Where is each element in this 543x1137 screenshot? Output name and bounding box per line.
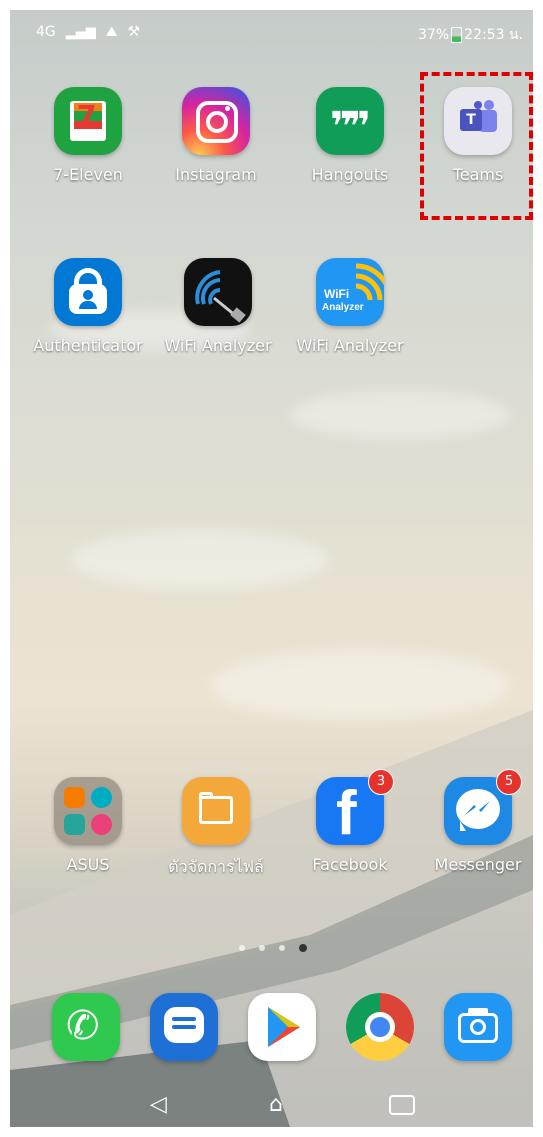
page-dot-active[interactable] — [299, 944, 307, 952]
instagram-icon — [182, 87, 250, 155]
app-authenticator[interactable]: Authenticator — [32, 258, 144, 355]
app-facebook[interactable]: 3 f Facebook — [294, 769, 406, 874]
app-instagram[interactable]: Instagram — [160, 87, 272, 184]
dock: ✆ — [10, 993, 533, 1073]
app-file-manager[interactable]: ตัวจัดการไฟล์ — [160, 777, 272, 880]
app-label: Facebook — [312, 855, 388, 874]
highlight-box — [420, 72, 533, 220]
app-label: WiFi Analyzer — [296, 336, 404, 355]
network-type: 4G — [36, 24, 56, 40]
asus-folder-icon — [54, 777, 122, 845]
app-7-eleven[interactable]: 7 7-Eleven — [32, 87, 144, 184]
folder-asus[interactable]: ASUS — [32, 777, 144, 874]
file-manager-icon — [182, 777, 250, 845]
image-notification-icon: ⛰ — [105, 24, 118, 40]
recents-icon[interactable] — [389, 1095, 415, 1115]
play-store-icon[interactable] — [248, 993, 316, 1061]
clock: 22:53 น. — [464, 27, 523, 43]
app-messenger[interactable]: 5 Messenger — [422, 769, 533, 874]
page-dot[interactable] — [279, 945, 285, 951]
wallpaper: 4G ▂▄▆ ⛰ ⚒ 37% 22:53 น. 7 7-Eleven Insta… — [10, 10, 533, 1127]
notification-badge: 5 — [496, 769, 522, 795]
chrome-icon[interactable] — [346, 993, 414, 1061]
signal-icon: ▂▄▆ — [65, 24, 96, 40]
app-wifi-analyzer-blue[interactable]: WiFi Analyzer WiFi Analyzer — [294, 258, 406, 355]
app-label: Instagram — [175, 165, 257, 184]
app-label: Hangouts — [311, 165, 389, 184]
battery-percent: 37% — [418, 27, 450, 43]
phone-icon[interactable]: ✆ — [52, 993, 120, 1061]
home-icon[interactable]: ⌂ — [269, 1092, 283, 1117]
navigation-bar: ◁ ⌂ — [10, 1080, 533, 1127]
page-dot[interactable] — [239, 945, 245, 951]
wifi-analyzer-blue-icon: WiFi Analyzer — [316, 258, 384, 326]
messages-icon[interactable] — [150, 993, 218, 1061]
7-eleven-icon: 7 — [54, 87, 122, 155]
svg-text:Analyzer: Analyzer — [322, 302, 364, 313]
app-label: Messenger — [434, 855, 522, 874]
battery-icon — [451, 27, 463, 43]
paint-roller-icon: ⚒ — [127, 24, 141, 40]
authenticator-icon — [54, 258, 122, 326]
camera-icon[interactable] — [444, 993, 512, 1061]
page-indicator[interactable] — [239, 944, 307, 952]
svg-text:WiFi: WiFi — [324, 287, 349, 301]
app-label: ตัวจัดการไฟล์ — [168, 857, 264, 876]
app-label: WiFi Analyzer — [164, 336, 272, 355]
back-icon[interactable]: ◁ — [150, 1092, 167, 1117]
app-wifi-analyzer-dark[interactable]: WiFi Analyzer — [162, 258, 274, 355]
hangouts-icon: ❞❞ — [316, 87, 384, 155]
app-hangouts[interactable]: ❞❞ Hangouts — [294, 87, 406, 184]
folder-label: ASUS — [66, 855, 110, 874]
wifi-analyzer-dark-icon — [184, 258, 252, 326]
app-label: Authenticator — [33, 336, 143, 355]
notification-badge: 3 — [368, 769, 394, 795]
page-dot[interactable] — [259, 945, 265, 951]
status-bar: 4G ▂▄▆ ⛰ ⚒ 37% 22:53 น. — [10, 10, 533, 54]
app-label: 7-Eleven — [53, 165, 123, 184]
